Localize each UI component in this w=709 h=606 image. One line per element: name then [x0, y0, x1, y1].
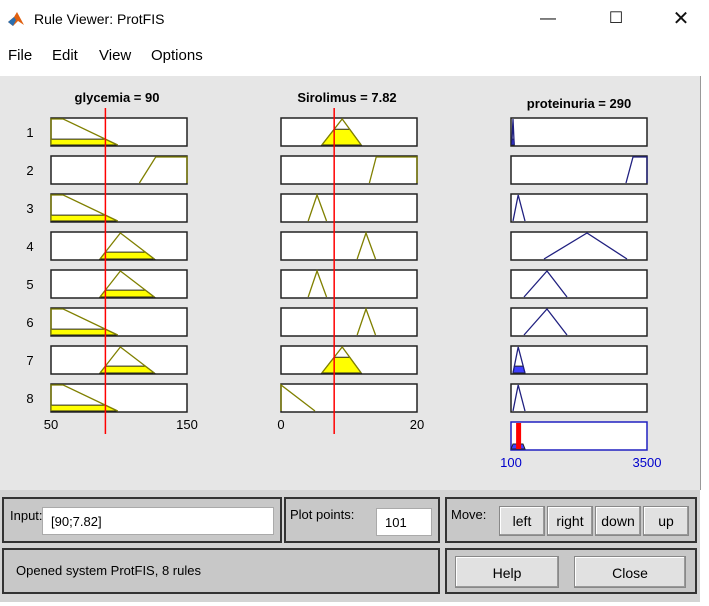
input-panel: Input: [90;7.82]: [2, 497, 282, 543]
matlab-logo-icon: [8, 12, 24, 26]
rule-number-1: 1: [26, 125, 33, 140]
range-label-max: 20: [410, 417, 424, 432]
aggregate-output-plot: [510, 421, 648, 451]
rule-number-4: 4: [26, 239, 33, 254]
menu-options[interactable]: Options: [151, 47, 203, 64]
menu-file[interactable]: File: [8, 47, 32, 64]
plot-points-field[interactable]: 101: [376, 508, 432, 536]
move-panel: Move: left right down up: [445, 497, 697, 543]
control-panel: Input: [90;7.82] Plot points: 101 Move: …: [0, 490, 700, 602]
rule-5-plot-1: [280, 269, 418, 299]
move-left-button[interactable]: left: [499, 506, 545, 536]
input-field[interactable]: [90;7.82]: [42, 507, 274, 535]
rule-7-plot-2: [510, 345, 648, 375]
action-panel: Help Close: [445, 548, 697, 594]
defuzzified-value-marker: [516, 423, 522, 449]
window-title: Rule Viewer: ProtFIS: [34, 11, 165, 27]
rule-number-2: 2: [26, 163, 33, 178]
help-button[interactable]: Help: [455, 556, 559, 588]
variable-title-0: glycemia = 90: [75, 90, 160, 105]
plot-points-panel: Plot points: 101: [284, 497, 440, 543]
plot-points-label: Plot points:: [290, 507, 355, 522]
rule-1-plot-2: [510, 117, 648, 147]
rule-number-8: 8: [26, 391, 33, 406]
maximize-button[interactable]: ☐: [593, 4, 639, 34]
menu-edit[interactable]: Edit: [52, 47, 78, 64]
rule-3-plot-2: [510, 193, 648, 223]
rule-8-plot-1: [280, 383, 418, 413]
variable-title-2: proteinuria = 290: [527, 96, 631, 111]
rule-5-plot-2: [510, 269, 648, 299]
rule-2-plot-1: [280, 155, 418, 185]
rule-4-plot-1: [280, 231, 418, 261]
status-panel: Opened system ProtFIS, 8 rules: [2, 548, 440, 594]
minimize-button[interactable]: —: [525, 4, 571, 34]
range-label-max: 3500: [633, 455, 662, 470]
rule-8-plot-2: [510, 383, 648, 413]
rule-number-5: 5: [26, 277, 33, 292]
rule-6-plot-2: [510, 307, 648, 337]
menu-bar: File Edit View Options: [0, 38, 709, 74]
close-button[interactable]: Close: [574, 556, 686, 588]
variable-title-1: Sirolimus = 7.82: [297, 90, 396, 105]
rule-plots: 1 2 3 4 5 6 7 8 glycemia = 90 50 150 Sirolimus = 7.…: [26, 90, 662, 470]
move-up-button[interactable]: up: [643, 506, 689, 536]
status-text: Opened system ProtFIS, 8 rules: [16, 563, 201, 578]
move-down-button[interactable]: down: [595, 506, 641, 536]
range-label-min: 100: [500, 455, 522, 470]
close-window-button[interactable]: ✕: [658, 4, 704, 34]
rule-number-3: 3: [26, 201, 33, 216]
rule-6-plot-1: [280, 307, 418, 337]
rule-2-plot-0: [50, 155, 188, 185]
input-label: Input:: [10, 508, 43, 523]
rule-3-plot-1: [280, 193, 418, 223]
range-label-min: 0: [277, 417, 284, 432]
range-label-min: 50: [44, 417, 58, 432]
range-label-max: 150: [176, 417, 198, 432]
rule-4-plot-2: [510, 231, 648, 261]
menu-view[interactable]: View: [99, 47, 131, 64]
move-right-button[interactable]: right: [547, 506, 593, 536]
rule-number-6: 6: [26, 315, 33, 330]
move-label: Move:: [451, 507, 487, 522]
title-bar: Rule Viewer: ProtFIS — ☐ ✕: [0, 0, 709, 38]
rule-number-7: 7: [26, 353, 33, 368]
